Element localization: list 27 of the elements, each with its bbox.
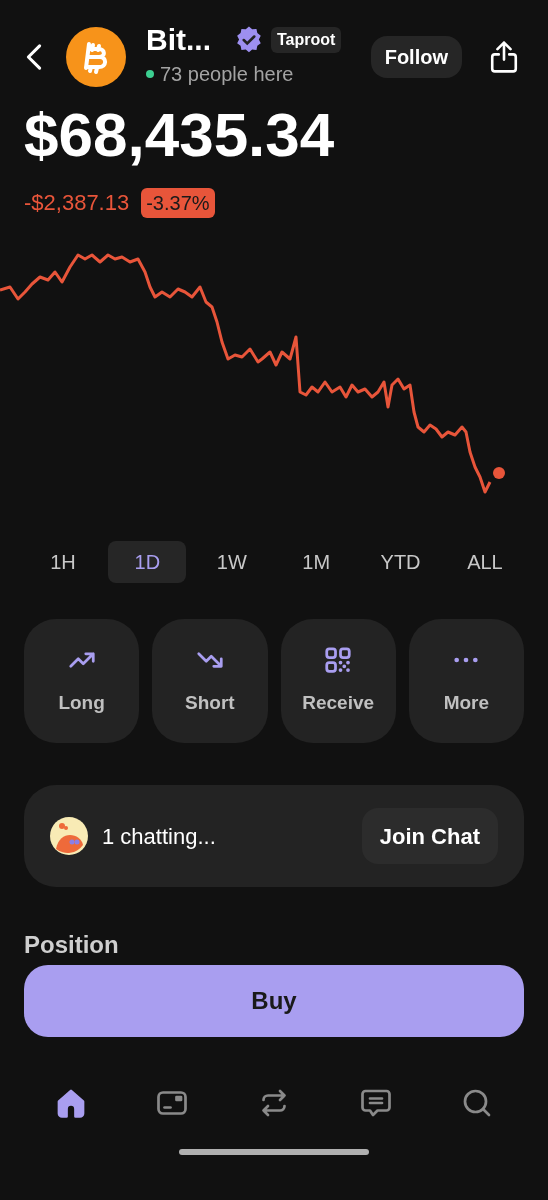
share-icon[interactable] (488, 40, 520, 74)
join-chat-button[interactable]: Join Chat (361, 808, 498, 864)
range-tab[interactable]: 1D (108, 541, 187, 583)
range-tab[interactable]: 1W (192, 541, 271, 583)
coin-name: Bit... (146, 25, 211, 55)
avatar-icon (50, 817, 88, 855)
action-button[interactable]: More (408, 619, 524, 743)
action-button[interactable]: Long (24, 619, 140, 743)
taproot-tag: Taproot (271, 27, 342, 53)
action-button[interactable]: Short (152, 619, 268, 743)
back-icon[interactable] (24, 43, 44, 71)
price: $68,435.34 (24, 104, 336, 166)
range-tab[interactable]: YTD (361, 541, 440, 583)
price-change: -$2,387.13 (24, 189, 130, 217)
range-tab[interactable]: 1M (277, 541, 356, 583)
presence-count: 73 people here (160, 62, 294, 87)
coin-logo-icon (66, 27, 126, 87)
qr-code-icon (323, 644, 354, 675)
action-button[interactable]: Receive (280, 619, 396, 743)
more-icon (453, 655, 480, 664)
chat-status: 1 chatting... (102, 822, 216, 851)
percent-change-tag: -3.37% (141, 187, 215, 218)
buy-button[interactable]: Buy (24, 965, 524, 1037)
follow-button[interactable]: Follow (370, 36, 462, 78)
range-tab[interactable]: ALL (445, 541, 524, 583)
range-tab[interactable]: 1H (24, 541, 102, 583)
section-title: Position (23, 933, 120, 957)
